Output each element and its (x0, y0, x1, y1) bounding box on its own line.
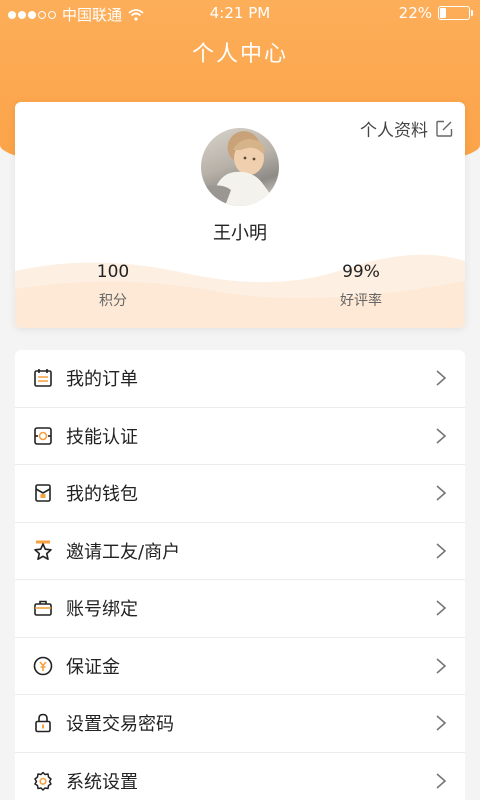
avatar[interactable] (201, 128, 279, 206)
menu-item-label: 保证金 (66, 656, 120, 678)
menu-item-label: 设置交易密码 (66, 714, 174, 736)
edit-profile-link[interactable]: 个人资料 (360, 116, 453, 141)
gear-icon (32, 770, 54, 792)
profile-card: 个人资料 王小明 100 积分 99% 好评率 (15, 102, 465, 328)
points-stat[interactable]: 100 积分 (15, 262, 213, 310)
page-title: 个人中心 (191, 42, 288, 67)
chevron-right-icon (436, 658, 447, 674)
rating-value: 99% (342, 262, 380, 282)
chevron-right-icon (436, 485, 447, 501)
chevron-right-icon (436, 370, 447, 386)
calendar-icon (32, 367, 54, 389)
chevron-right-icon (436, 600, 447, 616)
battery-icon (438, 6, 473, 20)
battery-percent: 22% (398, 4, 432, 22)
menu-item-invite[interactable]: 邀请工友/商户 (15, 523, 465, 580)
menu-item-my-wallet[interactable]: 我的钱包 (15, 465, 465, 523)
certificate-icon (32, 425, 54, 447)
briefcase-icon (32, 597, 54, 619)
chevron-right-icon (436, 428, 447, 444)
menu-item-label: 账号绑定 (66, 599, 138, 621)
points-value: 100 (96, 262, 130, 282)
menu-item-my-orders[interactable]: 我的订单 (15, 350, 465, 408)
edit-icon (436, 120, 453, 137)
avatar-photo (201, 139, 279, 206)
status-right: 22% (398, 4, 473, 22)
rating-stat[interactable]: 99% 好评率 (261, 262, 461, 310)
wallet-icon (32, 482, 54, 504)
menu-item-label: 邀请工友/商户 (66, 541, 181, 563)
star-icon (32, 540, 54, 562)
chevron-right-icon (436, 715, 447, 731)
menu-item-label: 我的订单 (66, 369, 138, 391)
menu-item-label: 我的钱包 (66, 484, 138, 506)
menu-list: 我的订单 技能认证 我的钱包 邀请工友/商户 账号绑定 保证金 设置交易密码 系… (15, 350, 465, 800)
user-name: 王小明 (213, 223, 267, 244)
menu-item-label: 技能认证 (66, 426, 138, 448)
chevron-right-icon (436, 773, 447, 789)
menu-item-deposit[interactable]: 保证金 (15, 638, 465, 695)
points-label: 积分 (99, 293, 127, 309)
menu-item-label: 系统设置 (66, 772, 138, 794)
menu-item-system-settings[interactable]: 系统设置 (15, 753, 465, 800)
menu-item-account-binding[interactable]: 账号绑定 (15, 580, 465, 638)
lock-icon (32, 712, 54, 734)
deposit-icon (32, 655, 54, 677)
status-bar: 中国联通 4:21 PM 22% (0, 0, 480, 28)
rating-label: 好评率 (340, 293, 382, 309)
edit-profile-label: 个人资料 (360, 121, 428, 141)
menu-item-skill-certification[interactable]: 技能认证 (15, 408, 465, 465)
chevron-right-icon (436, 543, 447, 559)
menu-item-trade-password[interactable]: 设置交易密码 (15, 695, 465, 753)
battery-fill (440, 8, 446, 18)
